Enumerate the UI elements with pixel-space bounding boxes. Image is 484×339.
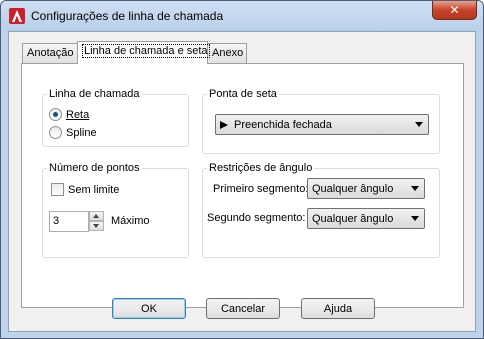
tab-panel: Linha de chamada Reta Spline Ponta de se… (21, 63, 464, 308)
dialog-window: Configurações de linha de chamada ✕ Anot… (0, 0, 484, 339)
window-title: Configurações de linha de chamada (31, 9, 224, 23)
first-segment-select[interactable]: Qualquer ângulo (307, 178, 425, 199)
radio-straight[interactable]: Reta (49, 108, 89, 121)
no-limit-checkbox-row[interactable]: Sem limite (51, 183, 119, 196)
tab-label: Linha de chamada e seta (82, 44, 210, 58)
no-limit-checkbox[interactable] (51, 183, 64, 196)
second-segment-select[interactable]: Qualquer ângulo (307, 208, 425, 229)
button-label: Cancelar (220, 302, 266, 315)
close-button[interactable]: ✕ (432, 1, 477, 20)
button-label: Ajuda (323, 302, 353, 315)
leader-line-group: Linha de chamada Reta Spline (42, 88, 189, 147)
angle-constraints-group: Restrições de ângulo Primeiro segmento: … (202, 162, 440, 258)
group-title: Restrições de ângulo (207, 162, 315, 174)
group-title: Ponta de seta (207, 88, 279, 100)
cancel-button[interactable]: Cancelar (206, 298, 280, 319)
max-points-input[interactable]: 3 (49, 211, 89, 232)
tab-label: Anotação (27, 47, 74, 59)
spin-up-button[interactable] (89, 211, 104, 221)
radio-label: Reta (66, 108, 90, 121)
radio-button[interactable] (49, 126, 62, 139)
radio-label: Spline (66, 126, 97, 139)
ok-button[interactable]: OK (112, 298, 186, 319)
checkbox-label: Sem limite (68, 183, 120, 196)
tab-annotation[interactable]: Anotação (22, 43, 78, 63)
tab-label: Anexo (212, 47, 244, 59)
arrowhead-group: Ponta de seta Preenchida fechada (202, 88, 440, 154)
arrowhead-select[interactable]: Preenchida fechada (215, 114, 429, 135)
chevron-down-icon (411, 216, 419, 221)
chevron-down-icon (415, 122, 423, 127)
arrow-down-icon (93, 224, 99, 228)
tab-leader-line-and-arrow[interactable]: Linha de chamada e seta (77, 41, 210, 64)
spin-down-button[interactable] (89, 221, 104, 231)
help-button[interactable]: Ajuda (301, 298, 375, 319)
first-segment-label: Primeiro segmento: (213, 183, 309, 195)
title-bar[interactable]: Configurações de linha de chamada ✕ (1, 1, 483, 31)
dialog-client-area: Anotação Linha de chamada e seta Anexo L… (8, 31, 476, 332)
tab-attachment[interactable]: Anexo (207, 43, 247, 63)
group-title: Número de pontos (47, 162, 142, 174)
select-value: Preenchida fechada (234, 118, 332, 131)
max-label: Máximo (111, 215, 150, 227)
close-icon: ✕ (449, 3, 460, 17)
arrow-up-icon (93, 214, 99, 218)
chevron-down-icon (411, 186, 419, 191)
select-value: Qualquer ângulo (312, 182, 394, 195)
closed-filled-arrowhead-icon (220, 120, 228, 129)
input-value: 3 (53, 215, 60, 227)
number-of-points-group: Número de pontos Sem limite 3 Máximo (42, 162, 189, 258)
button-label: OK (141, 302, 157, 315)
autocad-app-icon (9, 8, 25, 24)
second-segment-label: Segundo segmento: (207, 212, 306, 224)
radio-button-checked[interactable] (49, 108, 62, 121)
radio-spline[interactable]: Spline (49, 126, 97, 139)
select-value: Qualquer ângulo (312, 212, 394, 225)
group-title: Linha de chamada (47, 88, 142, 100)
